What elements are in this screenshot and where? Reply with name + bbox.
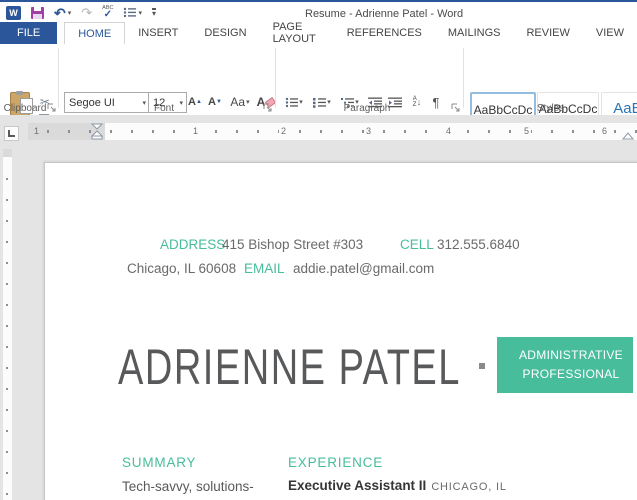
clipboard-dialog-launcher-icon[interactable] — [47, 103, 56, 112]
city-value[interactable]: Chicago, IL 60608 — [127, 261, 236, 276]
tab-stop-selector[interactable] — [4, 126, 19, 141]
ruler-number: 4 — [444, 126, 454, 136]
address-label: ADDRESS — [160, 237, 226, 252]
window-title: Resume - Adrienne Patel - Word — [305, 8, 464, 20]
badge-line-1: ADMINISTRATIVE — [519, 348, 623, 362]
tab-file[interactable]: FILE — [0, 22, 58, 44]
email-value[interactable]: addie.patel@gmail.com — [293, 261, 434, 276]
undo-button[interactable]: ↶ ▾ — [54, 4, 72, 21]
address-value[interactable]: 415 Bishop Street #303 — [222, 237, 363, 252]
paragraph-group-label: Paragraph — [343, 103, 391, 114]
customize-qat-icon[interactable]: ▾ — [151, 8, 156, 18]
ruler-number: 3 — [364, 126, 374, 136]
contact-line-1[interactable]: ADDRESS — [160, 237, 225, 252]
paragraph-dialog-launcher-icon[interactable] — [451, 103, 460, 112]
email-label[interactable]: EMAIL — [244, 261, 285, 276]
ribbon-home: Paste ▾ ✂ Clipboard Segoe UI ▾ 12 ▾ A▲ A… — [0, 44, 637, 145]
clipboard-group-label: Clipboard — [3, 103, 47, 114]
tab-view[interactable]: VIEW — [583, 22, 637, 44]
group-divider — [463, 48, 464, 108]
save-icon[interactable] — [31, 6, 44, 19]
bullet-list-dropdown-icon[interactable]: ▾ — [138, 9, 142, 17]
horizontal-ruler[interactable]: 1 1 2 3 4 5 6 — [28, 123, 637, 140]
tab-review[interactable]: REVIEW — [513, 22, 582, 44]
redo-icon[interactable]: ↷ — [81, 6, 92, 19]
indent-markers[interactable] — [91, 123, 103, 140]
bullet-list-qat-button[interactable]: ▾ — [123, 7, 142, 18]
experience-heading[interactable]: EXPERIENCE — [288, 455, 383, 470]
font-dialog-launcher-icon[interactable] — [263, 103, 272, 112]
word-window: W ↶ ▾ ↷ ABC ✓ ▾ ▾ Resume - Adrienne Pate… — [0, 0, 637, 500]
job-title: Executive Assistant II — [288, 478, 427, 493]
badge-line-2: PROFESSIONAL — [522, 367, 620, 381]
spell-check-mark: ✓ — [103, 9, 112, 20]
font-group-label: Font — [153, 103, 174, 114]
tab-stop-icon — [8, 130, 15, 137]
summary-body[interactable]: Tech-savvy, solutions- — [122, 479, 254, 494]
tab-page-layout[interactable]: PAGE LAYOUT — [260, 21, 334, 45]
right-indent-marker[interactable] — [622, 132, 634, 140]
spelling-grammar-icon[interactable]: ABC ✓ — [102, 5, 113, 20]
cell-value[interactable]: 312.555.6840 — [437, 237, 520, 252]
tab-mailings[interactable]: MAILINGS — [435, 22, 514, 44]
group-divider — [275, 48, 276, 108]
vertical-ruler-margin — [3, 149, 12, 157]
tab-insert[interactable]: INSERT — [125, 22, 191, 44]
ruler-number: 2 — [279, 126, 289, 136]
object-anchor-handle[interactable] — [479, 363, 485, 369]
bullet-list-icon — [124, 7, 137, 18]
document-page[interactable] — [44, 162, 637, 500]
summary-heading[interactable]: SUMMARY — [122, 455, 196, 470]
tab-home[interactable]: HOME — [64, 22, 126, 44]
resume-name[interactable]: ADRIENNE PATEL — [118, 341, 461, 393]
vertical-ruler[interactable] — [3, 149, 12, 500]
vertical-ruler-ticks — [6, 159, 8, 500]
quick-access-toolbar: W ↶ ▾ ↷ ABC ✓ ▾ ▾ — [6, 4, 156, 21]
ruler-number: 5 — [522, 126, 532, 136]
tab-references[interactable]: REFERENCES — [334, 22, 435, 44]
cell-label[interactable]: CELL — [400, 237, 434, 252]
experience-entry[interactable]: Executive Assistant II CHICAGO, IL — [288, 478, 507, 493]
ruler-ticks — [28, 130, 637, 133]
undo-dropdown-icon[interactable]: ▾ — [68, 9, 72, 17]
ruler-number: 1 — [191, 126, 201, 136]
profession-badge[interactable]: ADMINISTRATIVE PROFESSIONAL — [497, 337, 633, 393]
word-logo-icon[interactable]: W — [6, 5, 21, 20]
title-bar: W ↶ ▾ ↷ ABC ✓ ▾ ▾ Resume - Adrienne Pate… — [0, 2, 637, 22]
ribbon-tab-bar: FILE HOME INSERT DESIGN PAGE LAYOUT REFE… — [0, 21, 637, 45]
ruler-margin-number: 1 — [32, 126, 42, 136]
job-location: CHICAGO, IL — [431, 481, 507, 493]
ruler-number: 6 — [600, 126, 610, 136]
tab-design[interactable]: DESIGN — [191, 22, 259, 44]
styles-group-label: Styles — [536, 103, 565, 114]
group-divider — [58, 48, 59, 108]
undo-icon: ↶ — [54, 4, 66, 21]
